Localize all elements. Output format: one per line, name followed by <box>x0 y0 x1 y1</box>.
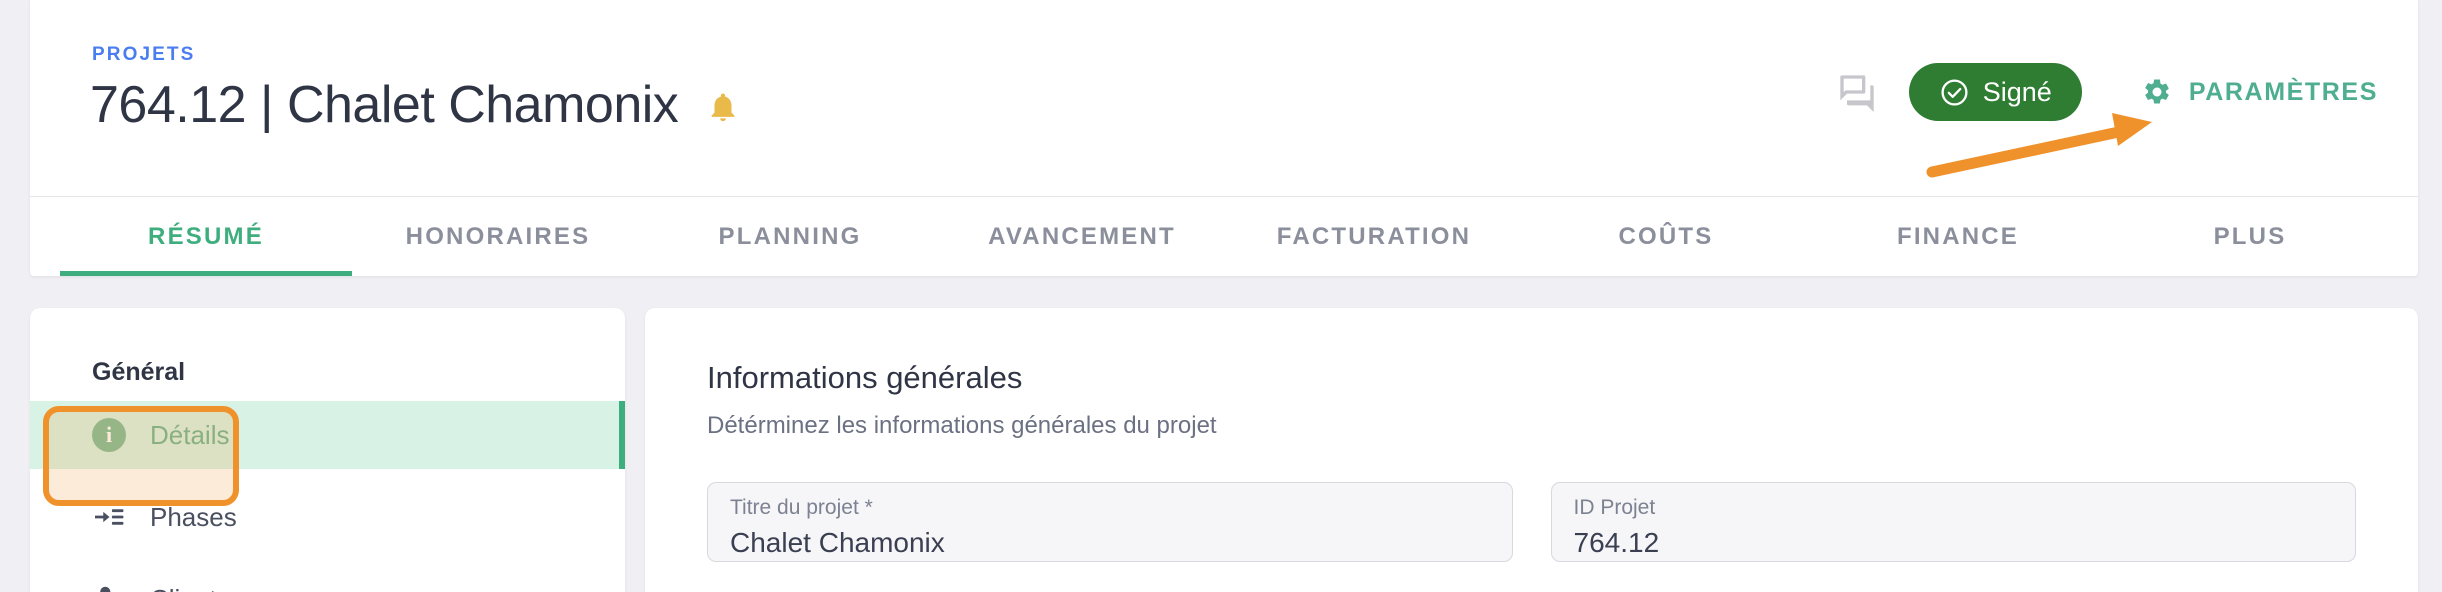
check-circle-icon <box>1939 77 1970 108</box>
project-id-field[interactable]: ID Projet 764.12 <box>1550 482 2356 562</box>
section-subtitle: Détérminez les informations générales du… <box>707 412 1217 439</box>
sidebar-item-clients[interactable]: Clients <box>30 565 625 592</box>
sidebar-item-label: Clients <box>150 584 229 592</box>
field-value: Chalet Chamonix <box>730 527 945 559</box>
tab-planning[interactable]: PLANNING <box>644 197 936 276</box>
main-content-card: Informations générales Détérminez les in… <box>645 308 2418 592</box>
field-label: ID Projet <box>1573 496 1656 519</box>
app-root: PROJETS 764.12 | Chalet Chamonix Signé P… <box>0 0 2442 592</box>
status-badge-label: Signé <box>1982 76 2052 107</box>
sidebar-item-label: Phases <box>150 501 237 532</box>
tab-facturation[interactable]: FACTURATION <box>1228 197 1520 276</box>
tab-label: PLANNING <box>718 222 862 250</box>
info-circle-icon: i <box>92 418 126 452</box>
tab-list: RÉSUMÉ HONORAIRES PLANNING AVANCEMENT FA… <box>30 197 2418 276</box>
title-row: 764.12 | Chalet Chamonix <box>90 75 740 135</box>
sidebar-item-phases[interactable]: Phases <box>30 483 625 551</box>
arrow-to-list-icon <box>92 500 126 534</box>
tab-bar: RÉSUMÉ HONORAIRES PLANNING AVANCEMENT FA… <box>30 196 2418 276</box>
field-row: Titre du projet * Chalet Chamonix ID Pro… <box>645 440 2418 562</box>
tab-couts[interactable]: COÛTS <box>1520 197 1812 276</box>
sidebar-card: Général i Détails Phases <box>30 308 625 592</box>
field-value: 764.12 <box>1573 527 1660 559</box>
forum-chat-icon[interactable] <box>1827 62 1887 122</box>
status-badge[interactable]: Signé <box>1908 63 2082 121</box>
tab-label: PLUS <box>2213 222 2287 250</box>
section-title: Informations générales <box>707 360 1023 395</box>
project-header-card: PROJETS 764.12 | Chalet Chamonix Signé P… <box>30 0 2418 276</box>
gear-icon <box>2142 77 2172 107</box>
page-title: 764.12 | Chalet Chamonix <box>90 76 679 134</box>
person-search-icon <box>92 582 126 592</box>
tab-label: FINANCE <box>1896 222 2020 250</box>
tab-label: FACTURATION <box>1276 222 1472 250</box>
sidebar-item-label: Détails <box>150 419 230 450</box>
tab-avancement[interactable]: AVANCEMENT <box>936 197 1228 276</box>
header-actions: Signé PARAMÈTRES <box>1827 62 2378 122</box>
tab-plus[interactable]: PLUS <box>2104 197 2396 276</box>
project-title-field[interactable]: Titre du projet * Chalet Chamonix <box>707 482 1513 562</box>
breadcrumb[interactable]: PROJETS <box>92 44 195 66</box>
tab-resume[interactable]: RÉSUMÉ <box>60 197 352 276</box>
settings-link[interactable]: PARAMÈTRES <box>2142 77 2378 107</box>
tab-label: RÉSUMÉ <box>148 222 264 250</box>
notification-bell-icon[interactable] <box>706 88 740 131</box>
tab-finance[interactable]: FINANCE <box>1812 197 2104 276</box>
tab-label: HONORAIRES <box>405 222 591 250</box>
sidebar-item-details[interactable]: i Détails <box>30 401 625 469</box>
field-label: Titre du projet * <box>730 496 873 519</box>
sidebar-heading: Général <box>92 358 186 386</box>
tab-label: AVANCEMENT <box>988 222 1176 250</box>
settings-link-label: PARAMÈTRES <box>2188 77 2378 106</box>
tab-honoraires[interactable]: HONORAIRES <box>352 197 644 276</box>
tab-label: COÛTS <box>1618 222 1714 250</box>
header-top: PROJETS 764.12 | Chalet Chamonix Signé P… <box>30 0 2418 196</box>
